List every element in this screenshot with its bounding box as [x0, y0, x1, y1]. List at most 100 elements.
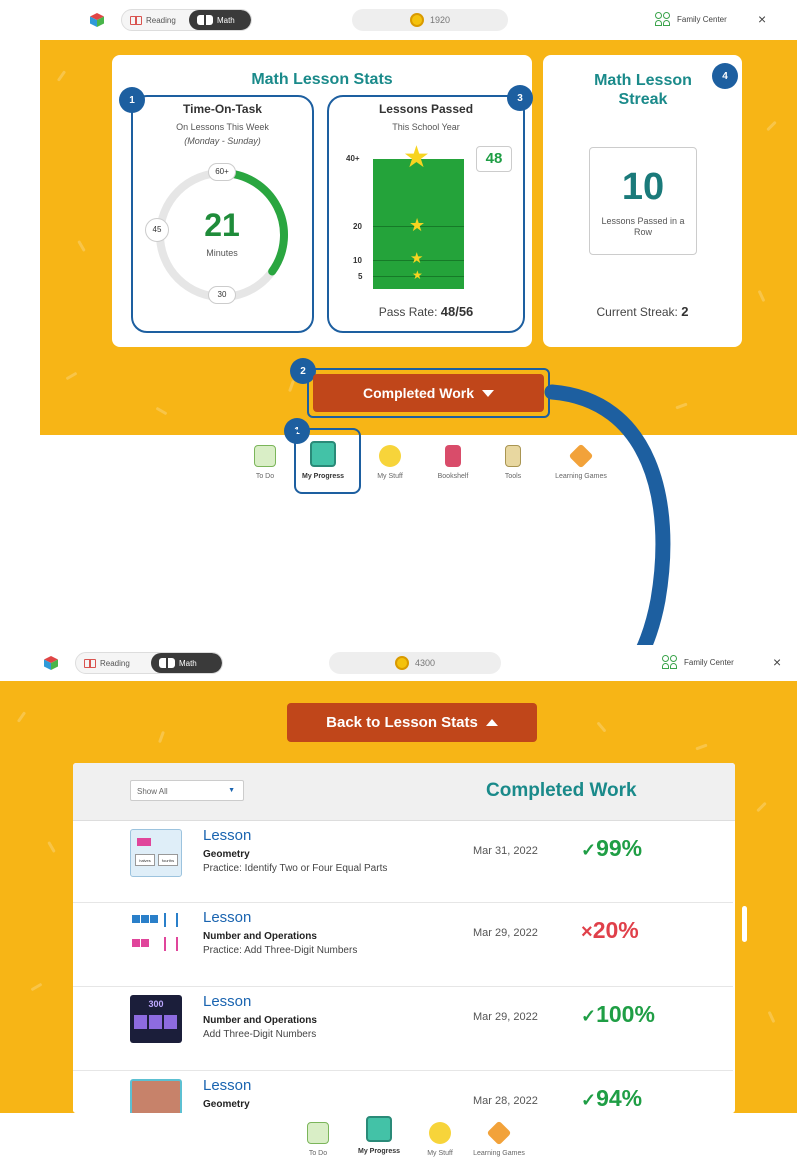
filter-dropdown[interactable]: Show All ▼	[130, 780, 244, 801]
coin-count: 1920	[429, 15, 451, 25]
thumb-halves-label: halves	[135, 854, 155, 866]
time-on-task-range: (Monday - Sunday)	[184, 136, 261, 146]
time-on-task-subtitle: On Lessons This Week	[176, 122, 269, 132]
row-date: Mar 28, 2022	[473, 1095, 538, 1107]
reading-tab-label: Reading	[146, 15, 176, 25]
nav-my-stuff-label: My Stuff	[377, 473, 403, 480]
bottom-nav-bar: To Do My Progress My Stuff Learning Game…	[292, 1116, 532, 1157]
bar-label-10: 10	[353, 256, 362, 265]
back-to-stats-button[interactable]: Back to Lesson Stats	[287, 703, 537, 742]
nav-tools[interactable]: Tools	[485, 445, 541, 480]
row-title[interactable]: Lesson	[203, 827, 251, 844]
close-icon[interactable]: ×	[773, 654, 781, 670]
row-detail: Practice: Add Three-Digit Numbers	[203, 945, 358, 956]
check-icon: ✓	[581, 1006, 597, 1026]
row-title[interactable]: Lesson	[203, 993, 251, 1010]
close-icon[interactable]: ×	[758, 11, 766, 27]
table-row[interactable]: 300 Lesson Number and Operations Add Thr…	[73, 987, 733, 1071]
lesson-thumbnail	[130, 1079, 182, 1113]
nav-todo[interactable]: To Do	[243, 445, 287, 480]
row-title[interactable]: Lesson	[203, 909, 251, 926]
star-20-icon: ★	[409, 215, 426, 235]
pass-rate-label: Pass Rate:	[378, 305, 438, 319]
nav-my-progress-label: My Progress	[301, 473, 345, 480]
annotation-badge-3: 3	[507, 85, 533, 111]
star-10-icon: ★	[410, 250, 424, 267]
nav-todo[interactable]: To Do	[292, 1122, 344, 1157]
nav-my-stuff-label: My Stuff	[427, 1150, 453, 1157]
nav-learning-games[interactable]: Learning Games	[466, 1120, 532, 1157]
table-title: Completed Work	[486, 780, 637, 801]
row-title[interactable]: Lesson	[203, 1077, 251, 1094]
back-to-stats-label: Back to Lesson Stats	[326, 714, 478, 731]
family-center-label: Family Center	[684, 657, 734, 667]
nav-bookshelf-label: Bookshelf	[437, 473, 469, 480]
coin-counter: 4300	[329, 652, 501, 674]
row-score: ✓99%	[581, 835, 642, 862]
row-subject: Number and Operations	[203, 1015, 317, 1026]
lesson-thumbnail: 300	[130, 995, 182, 1043]
table-row[interactable]: Lesson Geometry Mar 28, 2022 ✓94%	[73, 1071, 733, 1113]
row-score-value: 99%	[596, 835, 643, 861]
scrollbar-thumb[interactable]	[742, 906, 747, 942]
reading-tab[interactable]: Reading	[122, 10, 189, 30]
family-icon	[662, 655, 680, 669]
row-score: ✓100%	[581, 1001, 655, 1028]
lessons-passed-subtitle: This School Year	[392, 122, 460, 132]
nav-my-stuff[interactable]: My Stuff	[359, 445, 421, 480]
row-score-value: 20%	[592, 917, 639, 943]
thumb-fourths-label: fourths	[158, 854, 178, 866]
table-row[interactable]: halves fourths Lesson Geometry Practice:…	[73, 821, 733, 903]
subject-switcher: Reading Math	[75, 652, 223, 674]
streak-caption: Lessons Passed in a Row	[601, 216, 685, 237]
nav-bookshelf[interactable]: Bookshelf	[421, 445, 485, 480]
top-header-bar: Reading Math 1920 Family Center ×	[0, 0, 797, 40]
row-date: Mar 31, 2022	[473, 845, 538, 857]
thumb-300-label: 300	[148, 999, 164, 1009]
math-tab[interactable]: Math	[150, 653, 222, 673]
smiley-icon	[379, 445, 401, 467]
bar-label-20: 20	[353, 222, 362, 231]
nav-todo-label: To Do	[308, 1150, 328, 1157]
caret-up-icon	[485, 719, 498, 726]
row-subject: Number and Operations	[203, 931, 317, 942]
annotation-badge-1: 1	[119, 87, 145, 113]
time-on-task-unit: Minutes	[206, 248, 238, 258]
lesson-thumbnail: halves fourths	[130, 829, 182, 877]
streak-title: Math Lesson Streak	[594, 72, 692, 108]
games-icon	[486, 1120, 512, 1146]
reading-tab[interactable]: Reading	[76, 653, 151, 673]
lessons-passed-value: 48	[476, 146, 512, 172]
progress-icon	[366, 1116, 392, 1142]
star-5-icon: ★	[412, 268, 423, 282]
dial-bottom-label: 30	[208, 286, 236, 304]
row-score: ×20%	[581, 917, 639, 944]
nav-my-stuff[interactable]: My Stuff	[414, 1122, 466, 1157]
row-score-value: 94%	[596, 1085, 643, 1111]
check-icon: ✓	[581, 840, 597, 860]
table-row[interactable]: Lesson Number and Operations Practice: A…	[73, 903, 733, 987]
family-center-link[interactable]: Family Center	[662, 655, 734, 669]
annotation-badge-4: 4	[712, 63, 738, 89]
math-tab[interactable]: Math	[188, 10, 251, 30]
row-date: Mar 29, 2022	[473, 1011, 538, 1023]
pass-rate: Pass Rate: 48/56	[327, 304, 525, 319]
caret-down-icon	[481, 389, 494, 397]
nav-my-progress-label: My Progress	[357, 1148, 401, 1155]
completed-work-table: Show All ▼ Completed Work halves fourths…	[73, 763, 735, 1113]
pass-rate-value: 48/56	[440, 304, 474, 319]
nav-my-progress[interactable]: My Progress	[344, 1116, 414, 1155]
filter-value: Show All	[137, 787, 168, 796]
completed-work-button[interactable]: Completed Work	[313, 374, 544, 412]
book-icon	[130, 15, 142, 25]
row-subject: Geometry	[203, 1099, 250, 1110]
math-icon	[158, 658, 175, 668]
app-logo-icon	[90, 13, 104, 27]
row-subject: Geometry	[203, 849, 250, 860]
tools-icon	[505, 445, 521, 467]
family-center-link[interactable]: Family Center	[655, 12, 727, 26]
coin-icon	[394, 656, 409, 670]
todo-icon	[307, 1122, 329, 1144]
nav-my-progress[interactable]: My Progress	[287, 441, 359, 480]
coin-count: 4300	[414, 658, 436, 668]
